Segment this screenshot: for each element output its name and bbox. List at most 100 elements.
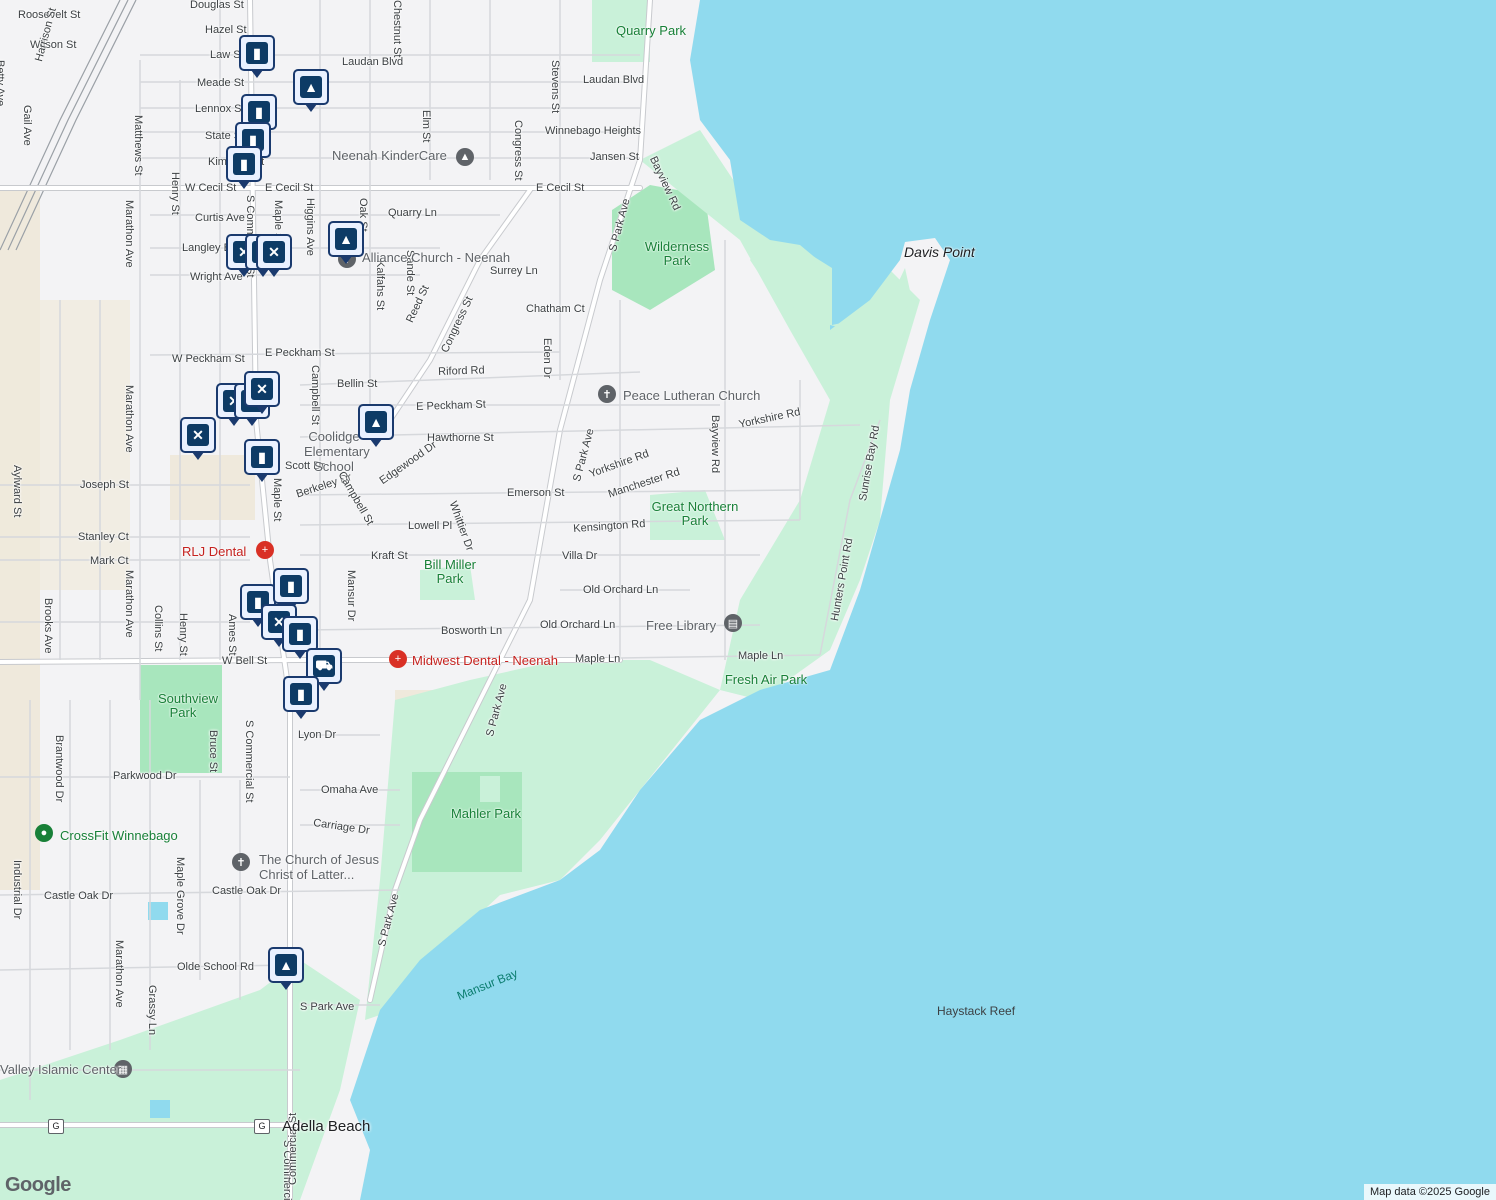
park-label-bill-miller-park[interactable]: Bill Miller Park xyxy=(420,558,480,586)
street-label-lyon-dr: Lyon Dr xyxy=(298,729,337,741)
school-icon[interactable]: ▲ xyxy=(456,148,474,166)
street-label-bruce-st: Bruce St xyxy=(207,730,219,773)
medical-icon[interactable]: + xyxy=(389,650,407,668)
shopping-bag-icon: ▮ xyxy=(280,575,302,597)
school-icon: ▲ xyxy=(335,228,357,250)
park-label-southview-park[interactable]: Southview Park xyxy=(158,692,218,720)
poi-label-alliance-church-neenah[interactable]: Alliance Church - Neenah xyxy=(362,250,510,265)
school-icon: ▲ xyxy=(300,76,322,98)
map-canvas[interactable]: Roosevelt St Douglas St Hazel St Wilson St L… xyxy=(0,0,1496,1200)
street-label-marathon-ave: Marathon Ave xyxy=(123,385,135,453)
street-label-s-park-ave: S Park Ave xyxy=(300,1001,355,1013)
map-marker-school-icon[interactable]: ▲ xyxy=(268,947,304,990)
street-label-hawthorne-st: Hawthorne St xyxy=(427,432,494,444)
poi-label-free-library[interactable]: Free Library xyxy=(646,618,716,633)
shopping-bag-icon: ▮ xyxy=(290,683,312,705)
poi-label-crossfit-winnebago[interactable]: CrossFit Winnebago xyxy=(60,828,178,843)
place-label-haystack-reef: Haystack Reef xyxy=(937,1004,1016,1018)
poi-label-neenah-kindercare[interactable]: Neenah KinderCare xyxy=(332,148,447,163)
shopping-bag-icon: ▮ xyxy=(233,153,255,175)
street-label-curtis-ave: Curtis Ave xyxy=(195,212,245,224)
street-label-hazel-st: Hazel St xyxy=(205,24,247,36)
street-label-stevens-st: Stevens St xyxy=(549,60,561,114)
medical-icon[interactable]: + xyxy=(256,541,274,559)
school-icon: ▲ xyxy=(275,954,297,976)
poi-label-the-church-of-jesus-christ-of-latter[interactable]: The Church of Jesus Christ of Latter... xyxy=(259,852,409,882)
park-label-quarry-park[interactable]: Quarry Park xyxy=(571,24,731,38)
street-label-higgins-ave: Higgins Ave xyxy=(304,198,316,256)
street-label-aylward-st: Aylward St xyxy=(11,465,23,518)
library-icon[interactable]: ▤ xyxy=(724,614,742,632)
map-marker-school-icon[interactable]: ▲ xyxy=(328,221,364,264)
church-icon[interactable]: ✝ xyxy=(232,853,250,871)
street-label-castle-oak-dr: Castle Oak Dr xyxy=(212,885,282,897)
park-label-great-northern-park[interactable]: Great Northern Park xyxy=(650,500,740,528)
poi-label-rlj-dental[interactable]: RLJ Dental xyxy=(182,544,246,559)
map-attribution[interactable]: Map data ©2025 Google xyxy=(1363,1184,1496,1200)
street-label-henry-st: Henry St xyxy=(177,613,189,656)
street-label-e-cecil-st: E Cecil St xyxy=(265,182,314,194)
map-marker-shopping-bag-icon[interactable]: ▮ xyxy=(282,616,318,659)
map-marker-shopping-bag-icon[interactable]: ▮ xyxy=(244,439,280,482)
street-label-bellin-st: Bellin St xyxy=(337,378,378,390)
street-label-campbell-st: Campbell St xyxy=(309,365,321,425)
street-label-brooks-ave: Brooks Ave xyxy=(42,598,54,654)
map-marker-restaurant-icon[interactable]: ✕ xyxy=(256,234,292,277)
street-label-lowell-pl: Lowell Pl xyxy=(408,520,453,532)
street-label-laudan-blvd: Laudan Blvd xyxy=(342,56,404,68)
poi-label-peace-lutheran-church[interactable]: Peace Lutheran Church xyxy=(623,388,760,403)
street-label-henry-st: Henry St xyxy=(169,172,181,215)
restaurant-icon: ✕ xyxy=(263,241,285,263)
street-label-stanley-ct: Stanley Ct xyxy=(78,531,129,543)
map-marker-shopping-bag-icon[interactable]: ▮ xyxy=(226,146,262,189)
street-label-parkwood-dr: Parkwood Dr xyxy=(113,770,177,782)
map-marker-restaurant-icon[interactable]: ✕ xyxy=(180,417,216,460)
street-label-maple-st: Maple St xyxy=(271,478,283,522)
street-label-old-orchard-ln: Old Orchard Ln xyxy=(583,584,659,596)
map-marker-restaurant-icon[interactable]: ✕ xyxy=(244,371,280,414)
street-label-laudan-blvd: Laudan Blvd xyxy=(583,74,645,86)
street-label-marathon-ave: Marathon Ave xyxy=(123,570,135,638)
poi-label-coolidge-elementary-school[interactable]: Coolidge Elementary School xyxy=(304,429,370,474)
street-label-surrey-ln: Surrey Ln xyxy=(490,265,538,277)
street-label-elm-st: Elm St xyxy=(420,110,432,143)
shopping-bag-icon: ▮ xyxy=(251,446,273,468)
street-label-bayview-rd: Bayview Rd xyxy=(709,415,721,474)
street-label-riford-rd: Riford Rd xyxy=(437,364,485,378)
street-label-kraft-st: Kraft St xyxy=(371,550,408,562)
street-label-wright-ave: Wright Ave xyxy=(190,271,243,283)
street-label-matthews-st: Matthews St xyxy=(132,115,144,176)
map-base xyxy=(0,0,1496,1200)
map-marker-shopping-bag-icon[interactable]: ▮ xyxy=(239,35,275,78)
fitness-icon[interactable]: ● xyxy=(35,824,53,842)
street-label-s-commercial-st: S Commercial St xyxy=(243,720,255,803)
street-label-kalfahs-st: Kalfahs St xyxy=(374,260,386,311)
route-shield: G xyxy=(254,1119,270,1134)
street-label-jansen-st: Jansen St xyxy=(590,151,639,163)
park-label-wilderness-park[interactable]: Wilderness Park xyxy=(637,240,717,268)
street-label-castle-oak-dr: Castle Oak Dr xyxy=(44,890,114,902)
shopping-bag-icon: ▮ xyxy=(289,623,311,645)
park-label-fresh-air-park[interactable]: Fresh Air Park xyxy=(721,673,811,687)
street-label-quarry-ln: Quarry Ln xyxy=(388,207,437,219)
map-marker-shopping-bag-icon[interactable]: ▮ xyxy=(273,568,309,611)
street-label-omaha-ave: Omaha Ave xyxy=(321,784,379,796)
street-label-betty-ave: Betty Ave xyxy=(0,60,6,107)
map-marker-shopping-bag-icon[interactable]: ▮ xyxy=(283,676,319,719)
street-label-douglas-st: Douglas St xyxy=(190,0,244,11)
street-label-gail-ave: Gail Ave xyxy=(21,105,33,146)
school-icon: ▲ xyxy=(365,411,387,433)
street-label-olde-school-rd: Olde School Rd xyxy=(177,961,255,973)
street-label-chestnut-st: Chestnut St xyxy=(391,0,403,58)
map-marker-school-icon[interactable]: ▲ xyxy=(293,69,329,112)
poi-label-midwest-dental-neenah[interactable]: Midwest Dental - Neenah xyxy=(412,653,558,668)
street-label-congress-st: Congress St xyxy=(512,120,524,181)
street-label-villa-dr: Villa Dr xyxy=(562,550,598,562)
church-icon[interactable]: ✝ xyxy=(598,385,616,403)
map-marker-school-icon[interactable]: ▲ xyxy=(358,404,394,447)
restaurant-icon: ✕ xyxy=(251,378,273,400)
poi-label-valley-islamic-center[interactable]: Valley Islamic Center xyxy=(0,1062,121,1077)
place-label-davis-point: Davis Point xyxy=(904,244,975,260)
park-label-mahler-park[interactable]: Mahler Park xyxy=(446,807,526,821)
restaurant-icon: ✕ xyxy=(187,424,209,446)
